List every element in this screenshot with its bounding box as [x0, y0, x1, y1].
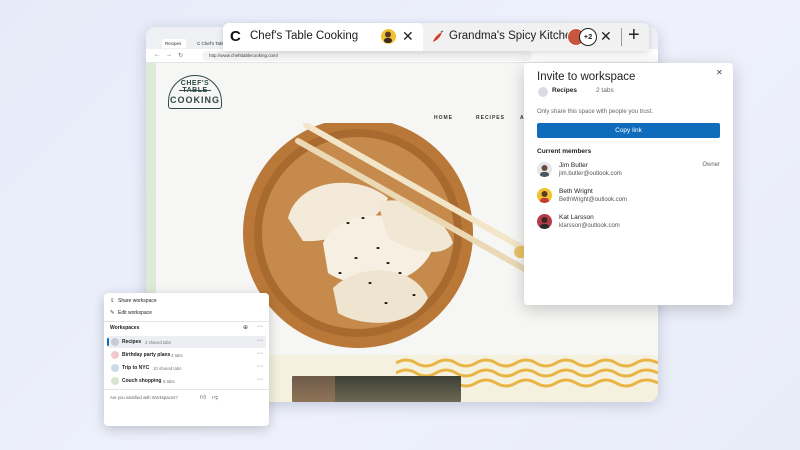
nav-home[interactable]: HOME — [434, 115, 453, 121]
site-logo[interactable]: CHEF'S TABLE COOKING — [168, 75, 222, 109]
workspace-icon — [111, 364, 119, 372]
mini-tab-recipes[interactable]: Recipes — [162, 39, 186, 48]
workspace-name: Birthday party plans — [122, 352, 171, 358]
workspace-item-birthday[interactable]: Birthday party plans 4 tabs ⋯ — [107, 349, 266, 361]
nav-recipes[interactable]: RECIPES — [476, 115, 505, 121]
tab-strip: C Chef's Table Cooking ✕ Grandma's Spicy… — [223, 23, 649, 51]
divider — [104, 389, 269, 390]
member-row[interactable]: Beth Wright BethWright@outlook.com — [537, 185, 720, 207]
new-tab-icon[interactable]: + — [628, 24, 640, 47]
member-email: klarsson@outlook.com — [559, 223, 620, 229]
chili-favicon-icon — [433, 30, 444, 42]
avatar — [537, 162, 552, 177]
workspace-icon — [111, 351, 119, 359]
dialog-title: Invite to workspace — [537, 71, 636, 83]
workspace-name: Recipes — [122, 339, 142, 345]
close-tab-icon[interactable]: ✕ — [402, 28, 414, 45]
tab-chefs-table-cooking[interactable]: C Chef's Table Cooking ✕ — [223, 23, 423, 51]
more-options-icon[interactable]: ⋯ — [257, 323, 263, 330]
member-name: Jim Butler — [559, 162, 588, 169]
workspaces-panel: ⇪ Share workspace ✎ Edit workspace Workspa… — [104, 293, 269, 426]
pencil-icon: ✎ — [110, 310, 115, 316]
avatar — [537, 188, 552, 203]
share-workspace-item[interactable]: ⇪ Share workspace — [110, 298, 157, 304]
tab-title: Chef's Table Cooking — [250, 30, 359, 42]
workspace-item-couch[interactable]: Couch shopping 8 tabs ⋯ — [107, 375, 266, 387]
workspaces-heading: Workspaces — [110, 325, 140, 331]
food-thumbnail-1[interactable] — [292, 376, 340, 402]
workspace-item-trip[interactable]: Trip to NYC 10 shared tabs ⋯ — [107, 362, 266, 374]
chefs-table-favicon-icon: C — [230, 28, 241, 45]
tab-separator — [621, 28, 622, 46]
more-options-icon[interactable]: ⋯ — [257, 337, 263, 344]
active-indicator — [107, 338, 109, 346]
member-email: jim.butler@outlook.com — [559, 171, 622, 177]
share-icon: ⇪ — [110, 298, 115, 304]
copy-link-button[interactable]: Copy link — [537, 123, 720, 138]
workspace-name: Couch shopping — [122, 378, 162, 384]
thumbs-down-icon[interactable]: 👎︎ — [212, 393, 218, 401]
workspace-tab-count: 2 tabs — [596, 87, 614, 94]
member-role: Owner — [702, 162, 720, 168]
logo-divider — [179, 90, 211, 91]
divider — [104, 321, 269, 322]
forward-icon[interactable]: → — [166, 52, 172, 58]
workspace-count: 4 tabs — [171, 352, 183, 358]
members-heading: Current members — [537, 148, 592, 155]
close-tab-icon[interactable]: ✕ — [600, 28, 612, 45]
logo-top-text: CHEF'S TABLE — [180, 80, 210, 94]
member-name: Kat Larsson — [559, 214, 594, 221]
refresh-icon[interactable]: ↻ — [178, 52, 183, 59]
workspace-icon — [538, 87, 548, 97]
workspace-item-recipes[interactable]: Recipes 2 shared tabs ⋯ — [107, 336, 266, 348]
food-thumbnail-2[interactable] — [335, 376, 461, 402]
more-options-icon[interactable]: ⋯ — [257, 363, 263, 370]
member-email: BethWright@outlook.com — [559, 197, 628, 203]
back-icon[interactable]: ← — [154, 52, 160, 58]
avatar — [537, 214, 552, 229]
add-workspace-icon[interactable]: ⊕ — [243, 324, 248, 331]
more-options-icon[interactable]: ⋯ — [257, 376, 263, 383]
close-icon[interactable]: ✕ — [716, 68, 723, 77]
extra-members-badge[interactable]: +2 — [579, 28, 597, 46]
member-name: Beth Wright — [559, 188, 593, 195]
workspace-name: Recipes — [552, 87, 577, 94]
workspace-count: 8 tabs — [163, 378, 175, 384]
workspace-count: 2 shared tabs — [145, 339, 172, 345]
invite-to-workspace-dialog: Invite to workspace ✕ Recipes 2 tabs Onl… — [524, 63, 733, 305]
member-row[interactable]: Jim Butler jim.butler@outlook.com Owner — [537, 159, 720, 181]
more-options-icon[interactable]: ⋯ — [257, 350, 263, 357]
trust-note: Only share this space with people you tr… — [537, 109, 654, 115]
tab-grandmas-spicy-kitchen[interactable]: Grandma's Spicy Kitchen — [449, 30, 578, 42]
share-workspace-label: Share workspace — [118, 298, 157, 304]
workspace-icon — [111, 338, 119, 346]
workspace-icon — [111, 377, 119, 385]
thumbs-up-icon[interactable]: 👍︎ — [200, 393, 206, 401]
feedback-prompt: Are you satisfied with Workspaces? — [110, 395, 178, 400]
dumpling-image — [243, 123, 528, 348]
workspace-count: 10 shared tabs — [153, 365, 182, 371]
logo-bottom-text: COOKING — [169, 95, 220, 105]
edit-workspace-label: Edit workspace — [118, 310, 152, 316]
member-row[interactable]: Kat Larsson klarsson@outlook.com — [537, 211, 720, 233]
edit-workspace-item[interactable]: ✎ Edit workspace — [110, 310, 152, 316]
workspace-name: Trip to NYC — [122, 365, 150, 371]
avatar — [380, 28, 397, 45]
mini-address-bar: ← → ↻ http://www.chefstablecooking.com/ — [146, 49, 658, 63]
url-field[interactable]: http://www.chefstablecooking.com/ — [202, 51, 532, 61]
